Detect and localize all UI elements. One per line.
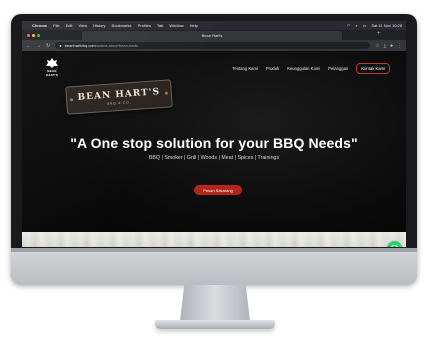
- logo-wordmark: BEAN HART'S: [45, 69, 59, 77]
- pig-logo-icon: [41, 57, 63, 69]
- menubar-item-file[interactable]: File: [53, 23, 59, 28]
- menubar-app-name[interactable]: Chrome: [32, 23, 47, 28]
- menubar-item-edit[interactable]: Edit: [66, 23, 73, 28]
- order-now-button[interactable]: Pesan Sekarang: [194, 185, 242, 195]
- browser-toolbar: ← → ↻ ● beanhartbbq.com/online-store/bea…: [22, 40, 406, 51]
- monitor-chin: [11, 248, 417, 285]
- close-window-button[interactable]: [27, 33, 30, 37]
- profile-icon[interactable]: ●: [390, 43, 393, 49]
- site-logo[interactable]: BEAN HART'S: [41, 57, 63, 77]
- site-nav: Tentang Kami Produk Keunggulan Kami Pela…: [232, 63, 390, 74]
- menubar-item-help[interactable]: Help: [190, 23, 198, 28]
- whatsapp-icon: [390, 240, 399, 247]
- imac-mockup: Chrome File Edit View History Bookmarks …: [0, 0, 427, 345]
- search-icon[interactable]: ⌕: [355, 23, 357, 28]
- browser-tab-strip: Bean Hart's +: [22, 30, 406, 40]
- webpage: BEAN HART'S Tentang Kami Produk Keunggul…: [22, 51, 406, 247]
- nav-link-keunggulan-kami[interactable]: Keunggulan Kami: [287, 66, 320, 71]
- menubar-item-history[interactable]: History: [93, 23, 105, 28]
- hero-sign: BEAN HART'S BBQ & CO.: [65, 79, 173, 115]
- reload-icon[interactable]: ↻: [46, 43, 50, 49]
- site-header: BEAN HART'S Tentang Kami Produk Keunggul…: [22, 51, 406, 81]
- bookmark-star-icon[interactable]: ☆: [375, 43, 379, 49]
- download-icon[interactable]: ⤓: [384, 43, 386, 49]
- more-menu-icon[interactable]: ⋮: [397, 43, 402, 49]
- browser-tab[interactable]: Bean Hart's: [82, 31, 342, 40]
- nav-link-produk[interactable]: Produk: [266, 66, 279, 71]
- menubar-item-bookmarks[interactable]: Bookmarks: [112, 23, 132, 28]
- screen: Chrome File Edit View History Bookmarks …: [22, 21, 406, 247]
- nav-link-pelanggan[interactable]: Pelanggan: [328, 66, 348, 71]
- chin-edge: [11, 248, 417, 252]
- url-path: /online-store/bean-harts: [95, 43, 139, 48]
- nav-link-tentang-kami[interactable]: Tentang Kami: [232, 66, 258, 71]
- menubar-item-window[interactable]: Window: [169, 23, 183, 28]
- monitor-stand-foot: [155, 320, 275, 329]
- menubar-clock[interactable]: Sat 11 Nov 10:28: [371, 23, 402, 28]
- minimize-window-button[interactable]: [32, 33, 35, 37]
- product-strip-overlay: [22, 232, 406, 247]
- monitor-stand-neck: [180, 285, 250, 321]
- contact-button[interactable]: Kontak Kami: [356, 63, 390, 74]
- menubar-item-profiles[interactable]: Profiles: [138, 23, 151, 28]
- mac-menubar: Chrome File Edit View History Bookmarks …: [22, 21, 406, 30]
- menubar-item-tab[interactable]: Tab: [157, 23, 163, 28]
- new-tab-button[interactable]: +: [377, 31, 381, 37]
- hero-headline: "A One stop solution for your BBQ Needs": [70, 135, 358, 151]
- address-bar[interactable]: ● beanhartbbq.com/online-store/bean-hart…: [55, 42, 371, 49]
- zoom-window-button[interactable]: [37, 33, 40, 37]
- menubar-item-view[interactable]: View: [78, 23, 87, 28]
- hero-sign-subtitle: BBQ & CO.: [107, 99, 132, 106]
- browser-tab-title: Bean Hart's: [201, 33, 223, 38]
- battery-icon[interactable]: ▭: [363, 23, 367, 28]
- lock-icon: ●: [59, 43, 62, 48]
- hero-subline: BBQ | Smoker | Grill | Woods | Meat | Sp…: [148, 155, 280, 161]
- forward-arrow-icon[interactable]: →: [36, 43, 41, 49]
- back-arrow-icon[interactable]: ←: [26, 43, 31, 49]
- url-host: beanhartbbq.com: [64, 43, 96, 48]
- wifi-icon[interactable]: ◠: [347, 23, 351, 28]
